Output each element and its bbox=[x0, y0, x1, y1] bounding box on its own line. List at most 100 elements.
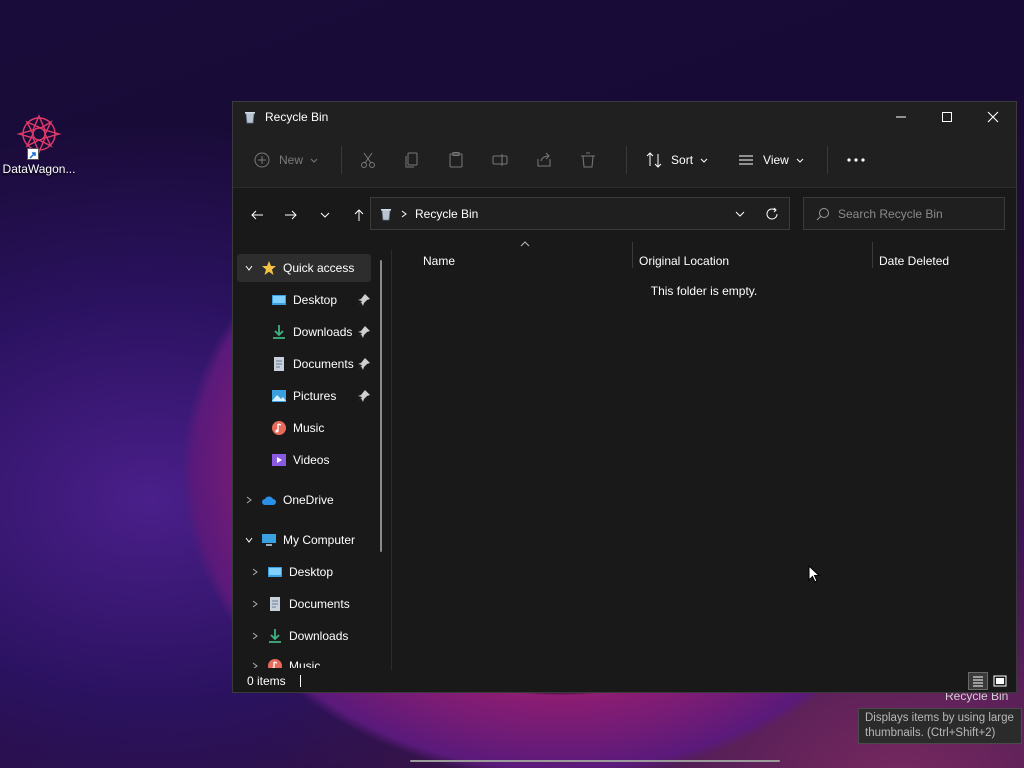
view-button[interactable]: View bbox=[729, 143, 813, 177]
new-button[interactable]: New bbox=[245, 143, 327, 177]
nav-label: Downloads bbox=[289, 629, 349, 643]
nav-label: Pictures bbox=[293, 389, 337, 403]
view-list-icon bbox=[739, 155, 754, 164]
column-header-original-location[interactable]: Original Location bbox=[639, 254, 729, 268]
chevron-down-icon bbox=[700, 158, 708, 163]
search-icon bbox=[816, 207, 829, 220]
delete-button[interactable] bbox=[572, 143, 604, 177]
view-toggle bbox=[966, 672, 1010, 690]
nav-computer-music[interactable]: Music bbox=[247, 652, 371, 668]
column-separator[interactable] bbox=[872, 242, 873, 268]
nav-label: Music bbox=[293, 421, 325, 435]
search-box[interactable] bbox=[803, 197, 1005, 230]
forward-button[interactable] bbox=[275, 199, 307, 231]
datawagon-app-icon bbox=[15, 112, 63, 160]
breadcrumb-recycle-bin[interactable]: Recycle Bin bbox=[415, 207, 725, 221]
chevron-right-icon bbox=[247, 596, 263, 612]
nav-quick-pictures[interactable]: Pictures bbox=[271, 382, 371, 410]
nav-quick-desktop[interactable]: Desktop bbox=[271, 286, 371, 314]
item-count: 0 items bbox=[247, 674, 286, 688]
nav-pane-scrollbar[interactable] bbox=[380, 260, 382, 552]
nav-onedrive[interactable]: OneDrive bbox=[237, 486, 371, 514]
view-label: View bbox=[763, 152, 789, 167]
pictures-icon bbox=[272, 390, 286, 402]
title-bar[interactable]: Recycle Bin bbox=[233, 102, 1016, 132]
trash-icon bbox=[581, 152, 596, 167]
share-icon bbox=[537, 152, 551, 166]
chevron-right-icon bbox=[241, 492, 257, 508]
minimize-icon bbox=[896, 116, 906, 118]
share-button[interactable] bbox=[528, 143, 560, 177]
details-view-button[interactable] bbox=[968, 672, 988, 690]
nav-computer-documents[interactable]: Documents bbox=[247, 590, 371, 618]
rename-icon bbox=[492, 153, 508, 166]
nav-quick-downloads[interactable]: Downloads bbox=[271, 318, 371, 346]
file-list[interactable]: Name Original Location Date Deleted This… bbox=[392, 238, 1016, 762]
maximize-button[interactable] bbox=[924, 102, 970, 132]
recent-locations-button[interactable] bbox=[309, 199, 341, 231]
nav-my-computer[interactable]: My Computer bbox=[237, 526, 371, 554]
mouse-cursor-icon bbox=[808, 565, 821, 583]
desktop-icon-label: DataWagon... bbox=[2, 162, 76, 176]
search-input[interactable] bbox=[838, 206, 998, 221]
close-button[interactable] bbox=[970, 102, 1016, 132]
column-separator[interactable] bbox=[632, 242, 633, 268]
details-view-icon bbox=[973, 676, 983, 687]
nav-label: Desktop bbox=[293, 293, 338, 307]
sort-button[interactable]: Sort bbox=[637, 143, 717, 177]
nav-quick-documents[interactable]: Documents bbox=[271, 350, 371, 378]
download-icon bbox=[273, 325, 285, 339]
toolbar-separator bbox=[341, 145, 343, 174]
chevron-down-icon bbox=[310, 158, 318, 163]
scissors-icon bbox=[361, 152, 376, 168]
minimize-button[interactable] bbox=[878, 102, 924, 132]
column-header-name[interactable]: Name bbox=[423, 254, 455, 268]
chevron-right-icon bbox=[247, 564, 263, 580]
arrow-right-icon bbox=[285, 210, 297, 220]
shortcut-arrow-icon bbox=[27, 148, 39, 160]
nav-label: Videos bbox=[293, 453, 330, 467]
nav-label: Music bbox=[289, 659, 321, 668]
refresh-button[interactable] bbox=[755, 207, 789, 221]
nav-quick-music[interactable]: Music bbox=[271, 414, 371, 442]
maximize-icon bbox=[942, 112, 952, 122]
recycle-bin-icon bbox=[245, 112, 255, 124]
chevron-down-icon bbox=[735, 211, 745, 217]
recycle-bin-icon bbox=[381, 208, 391, 220]
nav-label: Documents bbox=[289, 597, 350, 611]
rename-button[interactable] bbox=[484, 143, 516, 177]
computer-icon bbox=[262, 534, 276, 546]
clipboard-icon bbox=[449, 151, 463, 167]
toolbar-separator bbox=[826, 145, 828, 174]
sort-up-icon bbox=[520, 241, 530, 247]
toolbar-separator bbox=[626, 145, 628, 174]
desktop-icon-datawagon[interactable]: DataWagon... bbox=[2, 112, 76, 176]
column-header-date-deleted[interactable]: Date Deleted bbox=[879, 254, 949, 268]
address-bar[interactable]: Recycle Bin bbox=[370, 197, 790, 230]
large-thumbnails-button[interactable] bbox=[990, 672, 1010, 690]
star-icon bbox=[262, 261, 276, 275]
nav-computer-desktop[interactable]: Desktop bbox=[247, 558, 371, 586]
cut-button[interactable] bbox=[352, 143, 384, 177]
address-dropdown-button[interactable] bbox=[725, 208, 755, 220]
desktop-folder-icon bbox=[272, 295, 286, 305]
new-label: New bbox=[279, 152, 304, 167]
nav-label: Desktop bbox=[289, 565, 334, 579]
chevron-down-icon bbox=[241, 532, 257, 548]
plus-circle-icon bbox=[254, 152, 270, 167]
nav-quick-access[interactable]: Quick access bbox=[237, 254, 371, 282]
command-bar: New Sort View bbox=[233, 132, 1016, 188]
chevron-down-icon bbox=[796, 158, 804, 163]
nav-quick-videos[interactable]: Videos bbox=[271, 446, 371, 474]
nav-computer-downloads[interactable]: Downloads bbox=[247, 622, 371, 650]
back-button[interactable] bbox=[241, 199, 273, 231]
thumbnails-view-icon bbox=[993, 675, 1007, 687]
more-options-button[interactable] bbox=[838, 143, 874, 177]
pin-icon bbox=[358, 358, 370, 370]
pin-icon bbox=[358, 390, 370, 402]
horizontal-scrollbar[interactable] bbox=[410, 760, 780, 762]
music-icon bbox=[272, 421, 286, 435]
copy-button[interactable] bbox=[396, 143, 428, 177]
tooltip: Displays items by using large thumbnails… bbox=[858, 708, 1022, 744]
paste-button[interactable] bbox=[440, 143, 472, 177]
